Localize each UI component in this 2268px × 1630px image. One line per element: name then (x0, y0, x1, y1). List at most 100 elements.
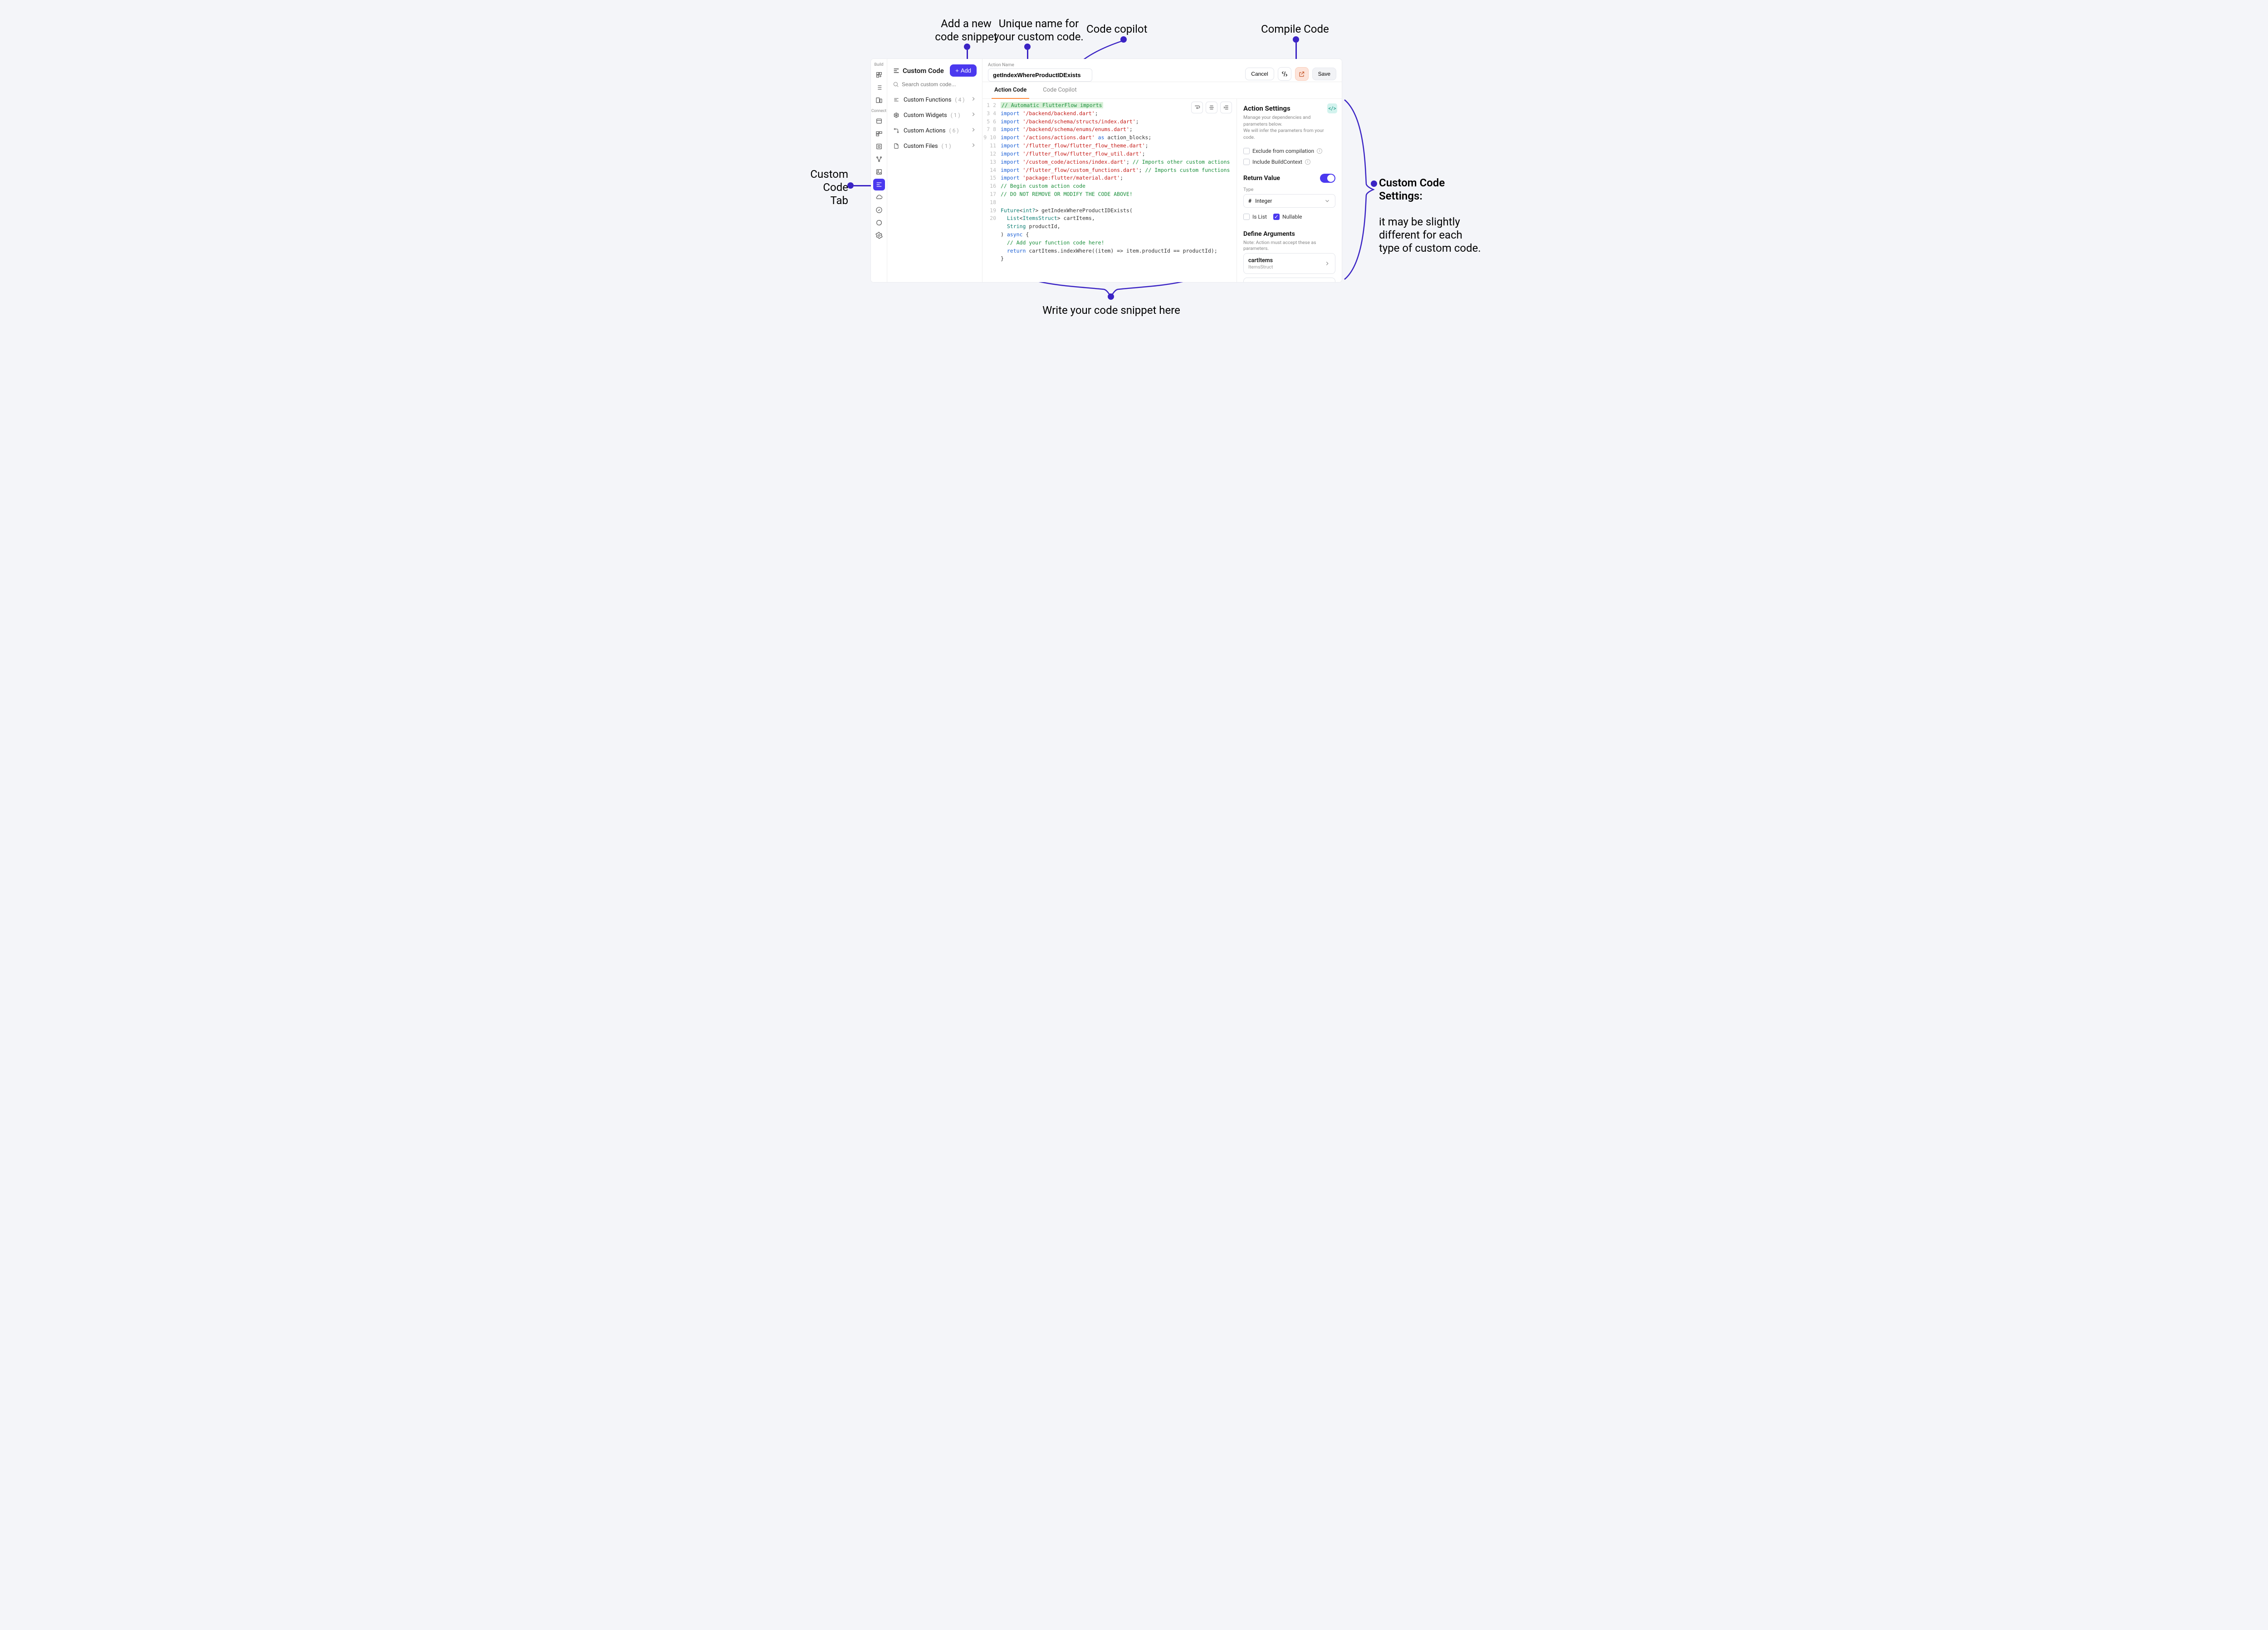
rail-icon-cloud[interactable] (873, 191, 885, 203)
rail-icon-devices[interactable] (873, 94, 885, 106)
main-pane: Action Name Cancel Save Action Code Code… (982, 59, 1342, 282)
compile-button[interactable] (1278, 67, 1291, 81)
info-icon[interactable]: i (1317, 148, 1322, 154)
category-count: ( 1 ) (942, 143, 951, 149)
category-label: Custom Widgets (904, 112, 947, 119)
define-args-note: Note: Action must accept these as parame… (1243, 239, 1335, 251)
annotation-cc-tab: Custom Code Tab (794, 168, 848, 207)
category-count: ( 4 ) (955, 97, 964, 103)
exclude-checkbox[interactable] (1243, 148, 1250, 154)
rail-section-build: Build (874, 63, 883, 67)
category-icon (893, 127, 900, 134)
rail-section-connect: Connect (871, 109, 886, 113)
add-button[interactable]: + Add (950, 64, 977, 77)
action-name-label: Action Name (988, 63, 1092, 68)
category-icon (893, 112, 900, 118)
code-badge-icon[interactable]: </> (1327, 103, 1337, 113)
cancel-button[interactable]: Cancel (1245, 68, 1274, 80)
arg-name: cartItems (1248, 257, 1273, 264)
nullable-checkbox[interactable]: ✓ (1273, 214, 1280, 220)
annotation-line (854, 185, 872, 186)
is-list-row[interactable]: Is List (1243, 214, 1267, 220)
custom-code-icon (893, 67, 900, 74)
annotation-compile: Compile Code (1261, 23, 1329, 36)
nullable-label: Nullable (1282, 214, 1302, 220)
plus-icon: + (955, 67, 959, 74)
category-item[interactable]: Custom Widgets ( 1 ) (887, 107, 982, 123)
category-label: Custom Actions (904, 127, 946, 134)
type-select[interactable]: #Integer (1243, 194, 1335, 208)
is-list-label: Is List (1252, 214, 1267, 220)
category-icon (893, 97, 900, 103)
rail-icon-api[interactable] (873, 153, 885, 165)
annotation-settings-title: Custom Code Settings: (1379, 176, 1445, 202)
type-value: Integer (1255, 198, 1272, 204)
settings-help: Manage your dependencies and parameters … (1243, 114, 1335, 141)
include-ctx-checkbox[interactable] (1243, 159, 1250, 165)
category-icon (893, 143, 900, 149)
left-sidebar: Custom Code + Add Custom Functions ( 4 )… (887, 59, 982, 282)
rail-icon-storage[interactable] (873, 141, 885, 152)
app-window: Build Connect Custom Code (871, 59, 1342, 282)
tab-code-copilot[interactable]: Code Copilot (1040, 82, 1080, 99)
rail-icon-list[interactable] (873, 82, 885, 93)
rail-icon-custom-code[interactable] (873, 179, 885, 190)
settings-title: Action Settings (1243, 104, 1335, 112)
return-value-title: Return Value (1243, 175, 1280, 182)
rail-icon-tests[interactable] (873, 204, 885, 216)
search-input[interactable] (902, 81, 977, 88)
code-editor[interactable]: 1 2 3 4 5 6 7 8 9 10 11 12 13 14 15 16 1… (982, 99, 1237, 282)
annotation-dot (1293, 36, 1299, 43)
category-item[interactable]: Custom Functions ( 4 ) (887, 92, 982, 107)
annotation-settings-sub: it may be slightly different for each ty… (1379, 215, 1481, 254)
category-item[interactable]: Custom Actions ( 6 ) (887, 123, 982, 138)
rail-icon-database[interactable] (873, 115, 885, 127)
include-ctx-row[interactable]: Include BuildContext i (1243, 156, 1335, 167)
rail-icon-media[interactable] (873, 166, 885, 178)
open-external-button[interactable] (1295, 67, 1309, 81)
type-label: Type (1243, 186, 1335, 192)
exclude-label: Exclude from compilation (1252, 148, 1314, 154)
editor-tool-indent[interactable] (1220, 102, 1232, 113)
chevron-right-icon (970, 111, 977, 119)
category-list: Custom Functions ( 4 )Custom Widgets ( 1… (887, 92, 982, 154)
editor-tool-wrap[interactable] (1191, 102, 1203, 113)
exclude-row[interactable]: Exclude from compilation i (1243, 146, 1335, 156)
argument-card[interactable]: productIdString (1243, 278, 1335, 282)
rail-icon-schema[interactable] (873, 128, 885, 140)
info-icon[interactable]: i (1305, 159, 1310, 165)
return-value-toggle[interactable] (1320, 174, 1335, 183)
left-title-text: Custom Code (903, 67, 944, 75)
annotation-dot (1024, 44, 1031, 50)
annotation-code-copilot: Code copilot (1086, 23, 1147, 36)
action-name-input[interactable] (988, 68, 1092, 82)
tab-action-code[interactable]: Action Code (992, 82, 1029, 99)
annotation-write-snippet: Write your code snippet here (1007, 304, 1216, 317)
chevron-down-icon (1324, 198, 1330, 204)
rail-icon-settings[interactable] (873, 229, 885, 241)
topbar: Action Name Cancel Save (982, 59, 1342, 82)
chevron-right-icon (970, 142, 977, 150)
chevron-right-icon (970, 127, 977, 135)
editor-gutter: 1 2 3 4 5 6 7 8 9 10 11 12 13 14 15 16 1… (982, 102, 1001, 282)
arg-type: ItemsStruct (1248, 264, 1273, 270)
category-label: Custom Files (904, 143, 938, 150)
rail-icon-theme[interactable] (873, 217, 885, 229)
category-item[interactable]: Custom Files ( 1 ) (887, 138, 982, 154)
editor-code[interactable]: // Automatic FlutterFlow imports import … (1001, 102, 1237, 282)
search-row[interactable] (887, 81, 982, 92)
annotation-dot (847, 182, 854, 189)
annotation-brace (1343, 99, 1374, 280)
is-list-checkbox[interactable] (1243, 214, 1250, 220)
save-button[interactable]: Save (1312, 68, 1336, 80)
settings-pane: </> Action Settings Manage your dependen… (1237, 99, 1342, 282)
left-title: Custom Code (893, 67, 946, 75)
editor-tool-align[interactable] (1206, 102, 1217, 113)
nullable-row[interactable]: ✓ Nullable (1273, 214, 1302, 220)
search-icon (893, 81, 899, 88)
rail-icon-widgets[interactable] (873, 69, 885, 81)
category-count: ( 1 ) (951, 112, 960, 118)
add-button-label: Add (961, 67, 971, 74)
argument-card[interactable]: cartItemsItemsStruct (1243, 253, 1335, 274)
category-count: ( 6 ) (949, 127, 959, 134)
